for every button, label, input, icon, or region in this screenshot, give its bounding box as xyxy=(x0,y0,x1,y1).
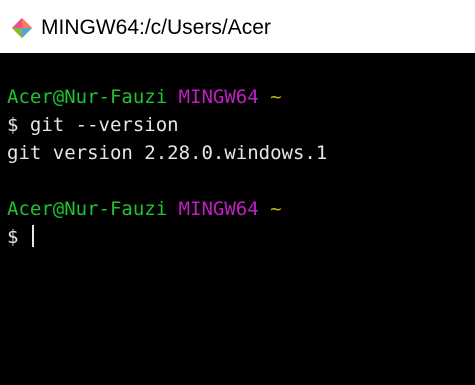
command-output: git version 2.28.0.windows.1 xyxy=(7,142,328,164)
prompt-user-host: Acer@Nur-Fauzi xyxy=(7,198,168,220)
input-line[interactable]: $ xyxy=(7,223,34,251)
prompt-path: ~ xyxy=(270,86,282,108)
prompt-system: MINGW64 xyxy=(178,86,259,108)
terminal-window: MINGW64:/c/Users/Acer Acer@Nur-Fauzi MIN… xyxy=(0,0,475,385)
title-bar[interactable]: MINGW64:/c/Users/Acer xyxy=(0,0,475,53)
input-prompt: $ xyxy=(7,226,30,248)
prompt-user-host: Acer@Nur-Fauzi xyxy=(7,86,168,108)
prompt-path: ~ xyxy=(270,198,282,220)
text-cursor xyxy=(31,225,34,247)
prompt-line: Acer@Nur-Fauzi MINGW64 ~ xyxy=(7,83,282,111)
prompt-system: MINGW64 xyxy=(178,198,259,220)
window-title: MINGW64:/c/Users/Acer xyxy=(41,16,271,39)
prompt-line: Acer@Nur-Fauzi MINGW64 ~ xyxy=(7,195,282,223)
terminal-output-area[interactable]: Acer@Nur-Fauzi MINGW64 ~ $ git --version… xyxy=(0,53,475,385)
command-line: $ git --version xyxy=(7,114,179,136)
git-diamond-icon xyxy=(11,17,33,39)
